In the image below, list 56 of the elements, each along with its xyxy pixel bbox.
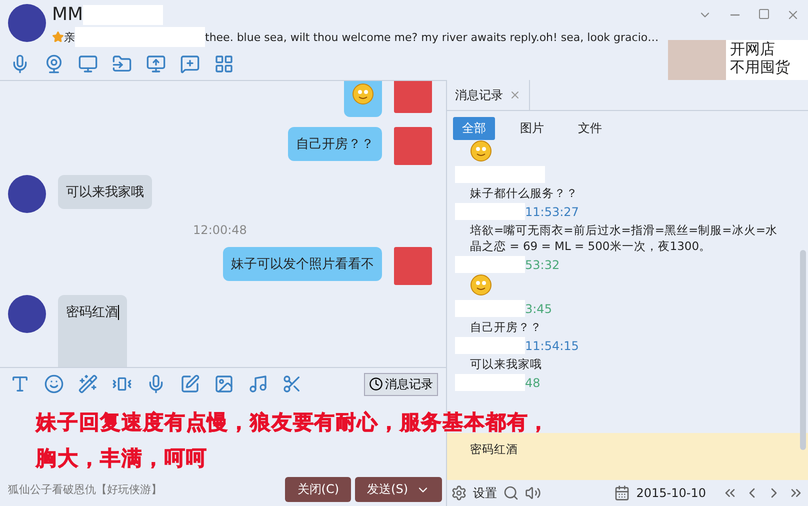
user-avatar xyxy=(394,247,432,285)
message-time: 53:32 xyxy=(525,258,560,272)
message-bubble: 密码红酒 xyxy=(58,295,127,367)
emoji-icon xyxy=(470,274,492,296)
photo-placeholder xyxy=(668,40,726,80)
emoji-icon[interactable] xyxy=(42,372,66,396)
filter-tab[interactable]: 全部 xyxy=(453,117,495,140)
history-message: 妹子都什么服务？？ xyxy=(469,185,579,202)
overlay-caption: 妹子回复速度有点慢，狼友要有耐心，服务基本都有， xyxy=(36,409,550,436)
close-button[interactable]: 关闭(C) xyxy=(285,477,352,502)
history-message: 自己开房？？ xyxy=(469,319,543,336)
maximize-icon[interactable] xyxy=(758,8,770,20)
send-button[interactable]: 发送(S) xyxy=(355,477,442,502)
message-time: 3:45 xyxy=(525,302,552,316)
settings-label[interactable]: 设置 xyxy=(473,484,497,502)
filter-tab[interactable]: 文件 xyxy=(569,117,611,140)
user-avatar xyxy=(8,295,46,333)
history-message: 培欲=嘴可无雨衣=前后过水=指滑=黑丝=制服=冰火=水晶之恋 = 69 = ML = 500米一次，夜1300。 xyxy=(469,222,778,255)
filter-tab[interactable]: 图片 xyxy=(511,117,553,140)
scrollbar[interactable] xyxy=(800,250,806,450)
overlay-caption: 胸大，丰满，呵呵 xyxy=(36,445,208,472)
smiley-icon xyxy=(352,83,374,105)
history-message: 密码红酒 xyxy=(447,433,808,480)
search-icon[interactable] xyxy=(503,485,519,501)
message-bubble: 自己开房？？ xyxy=(288,127,382,161)
history-tab[interactable]: 消息记录 xyxy=(447,80,530,110)
history-button[interactable]: 消息记录 xyxy=(364,372,438,396)
user-avatar xyxy=(394,81,432,113)
message-bubble: 可以来我家哦 xyxy=(58,175,152,209)
close-icon[interactable] xyxy=(786,8,800,22)
timestamp: 12:00:48 xyxy=(192,223,248,237)
message-time: 11:54:15 xyxy=(525,338,579,352)
ad-banner[interactable]: 开网店 不用囤货 xyxy=(668,40,808,80)
date-label: 2015-10-10 xyxy=(636,486,706,500)
status-message: thee. blue sea, wilt thou welcome me? my river awaits reply.oh! sea, look gracio… xyxy=(205,30,659,44)
ad-link[interactable]: 狐仙公子看破恩仇【好玩侠游】 xyxy=(8,482,162,497)
settings-icon[interactable] xyxy=(451,485,467,501)
speaker-icon[interactable] xyxy=(525,485,541,501)
ad-text: 开网店 xyxy=(730,40,776,58)
star-icon xyxy=(52,31,64,43)
message-bubble: 妹子可以发个照片看看不 xyxy=(223,247,382,281)
clock-icon xyxy=(369,377,383,391)
message-time: 11:53:27 xyxy=(525,204,579,218)
calendar-icon[interactable] xyxy=(614,485,630,501)
close-icon[interactable] xyxy=(509,89,521,101)
user-avatar xyxy=(394,127,432,165)
contact-avatar xyxy=(8,4,46,42)
emoji-icon xyxy=(470,140,492,162)
magic-wand-icon[interactable] xyxy=(76,372,100,396)
user-avatar xyxy=(8,175,46,213)
ad-text: 不用囤货 xyxy=(730,58,790,76)
contact-name: MM xyxy=(52,4,84,25)
redaction-block xyxy=(455,256,525,273)
message-time: 48 xyxy=(525,376,540,390)
status-prefix: 亲 xyxy=(64,30,75,44)
history-message: 可以来我家哦 xyxy=(469,356,543,373)
